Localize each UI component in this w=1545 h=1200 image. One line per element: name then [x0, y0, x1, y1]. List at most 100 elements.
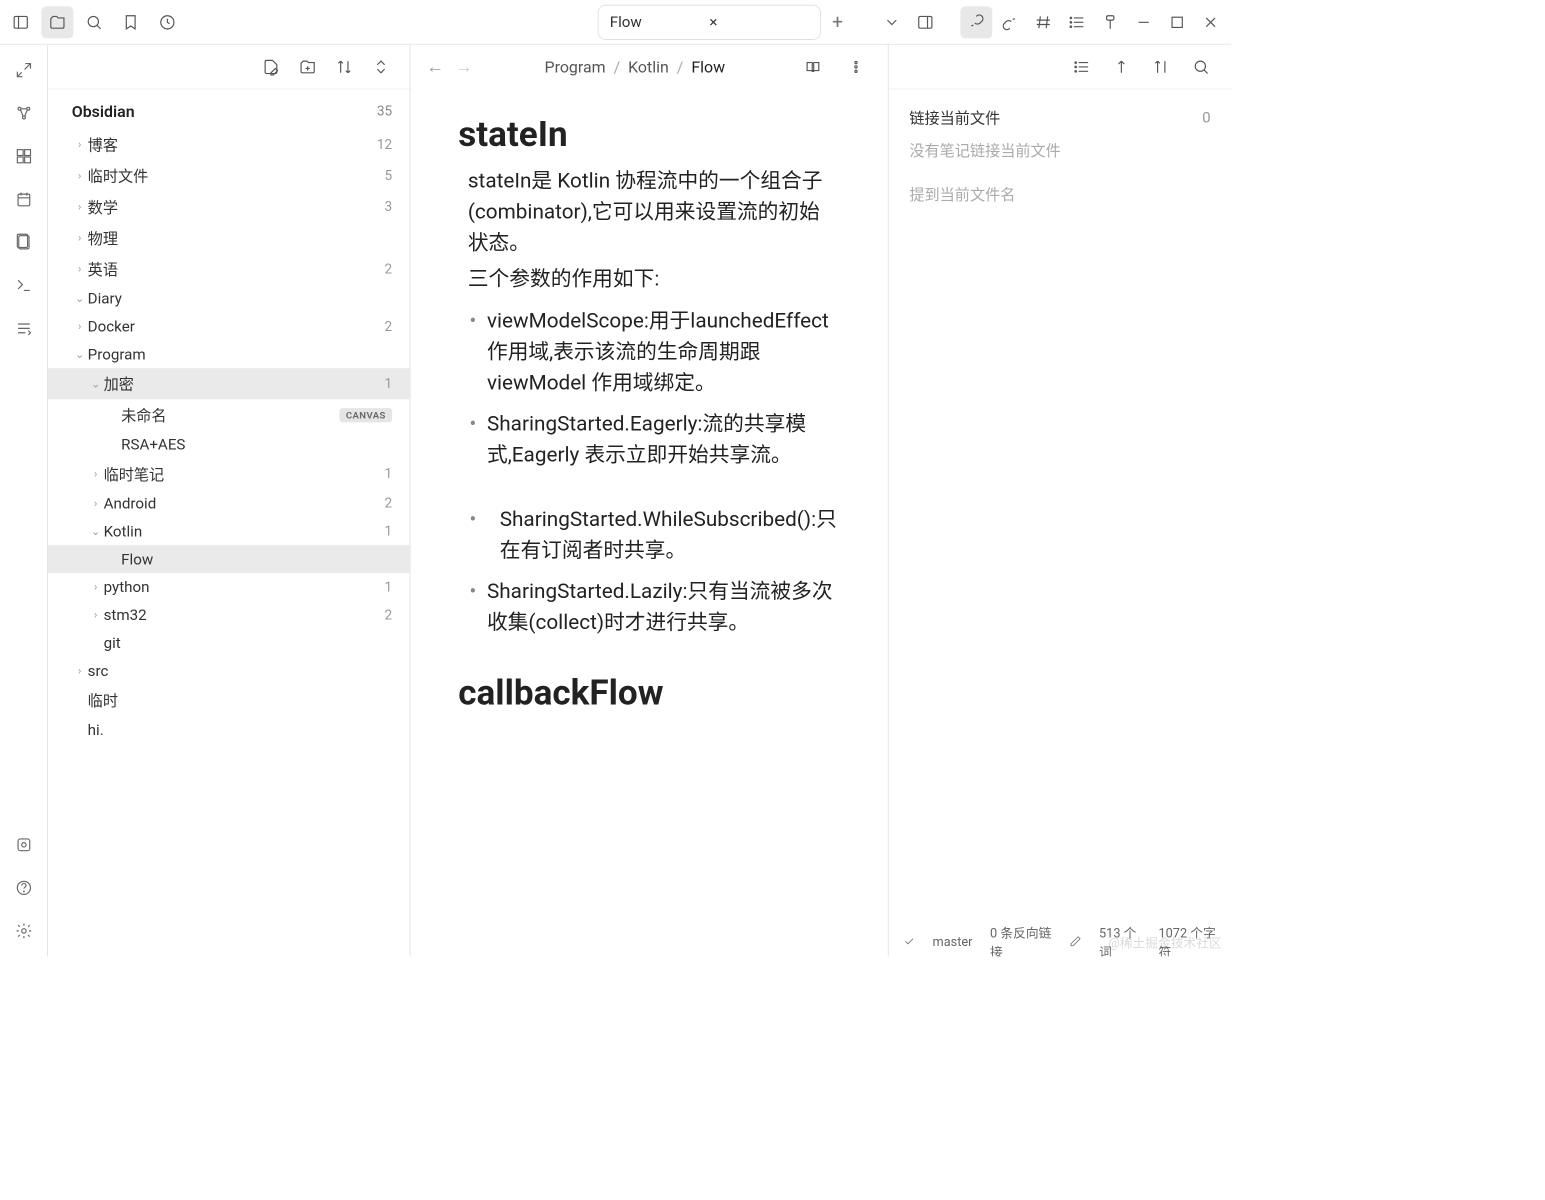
sort-icon[interactable]	[330, 52, 359, 81]
unlinked-mentions[interactable]: 提到当前文件名	[909, 183, 1210, 205]
tree-item-label: 未命名	[121, 404, 333, 426]
chevron-icon[interactable]: ›	[72, 200, 88, 213]
chevron-icon[interactable]: ›	[72, 664, 88, 677]
tree-item-count: 2	[385, 495, 393, 511]
note-editor[interactable]: stateIn stateIn是 Kotlin 协程流中的一个组合子(combi…	[410, 89, 887, 956]
tree-item[interactable]: ›Android2	[48, 489, 410, 517]
outline-icon[interactable]	[1061, 6, 1093, 38]
chevron-icon[interactable]: ⌄	[72, 292, 88, 305]
sync-check-icon[interactable]	[903, 934, 915, 948]
breadcrumb-part[interactable]: Program	[545, 57, 606, 76]
vault-header[interactable]: Obsidian 35	[48, 94, 410, 129]
daily-note-icon[interactable]	[8, 183, 40, 215]
heading: stateIn	[458, 113, 840, 154]
tree-item[interactable]: ›英语2	[48, 253, 410, 284]
tree-item[interactable]: ⌄Kotlin1	[48, 517, 410, 545]
tree-item[interactable]: ›物理	[48, 222, 410, 253]
chevron-icon[interactable]: ⌄	[88, 377, 104, 390]
more-options-icon[interactable]	[840, 51, 872, 83]
tree-item[interactable]: RSA+AES	[48, 430, 410, 458]
backlink-out-icon[interactable]	[994, 6, 1026, 38]
new-folder-icon[interactable]	[293, 52, 322, 81]
collapse-icon[interactable]	[367, 52, 396, 81]
tree-item-label: Flow	[121, 550, 392, 568]
tree-item-label: RSA+AES	[121, 435, 392, 453]
window-close-icon[interactable]	[1195, 6, 1227, 38]
tree-item[interactable]: ›博客12	[48, 129, 410, 160]
status-branch[interactable]: master	[933, 934, 973, 949]
backlink-in-icon[interactable]	[960, 6, 992, 38]
canvas-icon[interactable]	[8, 140, 40, 172]
vault-count: 35	[377, 104, 392, 120]
bookmark-icon[interactable]	[115, 6, 147, 38]
files-icon[interactable]	[41, 6, 73, 38]
tree-item[interactable]: 未命名CANVAS	[48, 399, 410, 430]
tree-item[interactable]: git	[48, 629, 410, 657]
milestone-icon[interactable]	[1094, 6, 1126, 38]
tree-item-label: Docker	[88, 317, 385, 335]
chevron-icon[interactable]: ›	[88, 609, 104, 622]
sort-panel-icon[interactable]	[1105, 51, 1137, 83]
tree-item[interactable]: ⌄Program	[48, 340, 410, 368]
tree-item[interactable]: ›Docker2	[48, 312, 410, 340]
search-icon[interactable]	[78, 6, 110, 38]
markdown-export-icon[interactable]	[8, 312, 40, 344]
quick-switcher-icon[interactable]	[8, 54, 40, 86]
tree-item[interactable]: ›stm322	[48, 601, 410, 629]
list-icon[interactable]	[1066, 51, 1098, 83]
tree-item-label: Android	[104, 494, 385, 512]
settings-icon[interactable]	[8, 915, 40, 947]
tree-item[interactable]: ›python1	[48, 573, 410, 601]
breadcrumb-current[interactable]: Flow	[691, 57, 725, 76]
new-note-icon[interactable]	[257, 52, 286, 81]
chevron-icon[interactable]: ›	[88, 497, 104, 510]
edit-icon[interactable]	[1069, 934, 1081, 948]
breadcrumb-part[interactable]: Kotlin	[628, 57, 669, 76]
tree-item-count: 1	[385, 466, 393, 482]
chevron-icon[interactable]: ›	[88, 581, 104, 594]
vault-icon[interactable]	[8, 829, 40, 861]
chevron-icon[interactable]: ›	[88, 467, 104, 480]
tree-item[interactable]: ›临时文件5	[48, 160, 410, 191]
chevron-icon[interactable]: ⌄	[72, 348, 88, 361]
status-chars[interactable]: 1072 个字符	[1158, 922, 1217, 956]
tree-item-label: 临时文件	[88, 165, 385, 187]
collapse-panel-icon[interactable]	[1145, 51, 1177, 83]
chevron-icon[interactable]: ⌄	[88, 525, 104, 538]
tab-close-icon[interactable]: ×	[709, 13, 809, 31]
chevron-icon[interactable]: ›	[72, 138, 88, 151]
nav-back-icon[interactable]: ←	[426, 57, 444, 78]
tree-item[interactable]: ›数学3	[48, 191, 410, 222]
chevron-icon[interactable]: ›	[72, 320, 88, 333]
search-panel-icon[interactable]	[1185, 51, 1217, 83]
help-icon[interactable]	[8, 872, 40, 904]
command-palette-icon[interactable]	[8, 269, 40, 301]
new-tab-icon[interactable]: +	[832, 11, 843, 33]
templates-icon[interactable]	[8, 226, 40, 258]
window-minimize-icon[interactable]	[1128, 6, 1160, 38]
tree-item[interactable]: ›src	[48, 657, 410, 685]
chevron-icon[interactable]: ›	[72, 169, 88, 182]
tags-icon[interactable]	[1027, 6, 1059, 38]
tree-item-label: git	[104, 634, 393, 652]
tree-item[interactable]: ⌄加密1	[48, 368, 410, 399]
reading-mode-icon[interactable]	[797, 51, 829, 83]
tab-dropdown-icon[interactable]	[876, 6, 908, 38]
status-words[interactable]: 513 个词	[1099, 922, 1141, 956]
tree-item[interactable]: 临时	[48, 685, 410, 716]
nav-forward-icon[interactable]: →	[455, 57, 473, 78]
tree-item[interactable]: Flow	[48, 545, 410, 573]
status-backlinks[interactable]: 0 条反向链接	[990, 922, 1052, 956]
tree-item[interactable]: ⌄Diary	[48, 285, 410, 313]
tree-item[interactable]: hi.	[48, 716, 410, 744]
chevron-icon[interactable]: ›	[72, 232, 88, 245]
graph-view-icon[interactable]	[8, 97, 40, 129]
right-sidebar-toggle-icon[interactable]	[909, 6, 941, 38]
window-maximize-icon[interactable]	[1161, 6, 1193, 38]
sidebar-toggle-icon[interactable]	[5, 6, 37, 38]
tab[interactable]: Flow ×	[598, 4, 821, 39]
chevron-icon[interactable]: ›	[72, 263, 88, 276]
recent-icon[interactable]	[151, 6, 183, 38]
backlinks-header[interactable]: 链接当前文件 0	[909, 107, 1210, 129]
tree-item[interactable]: ›临时笔记1	[48, 458, 410, 489]
